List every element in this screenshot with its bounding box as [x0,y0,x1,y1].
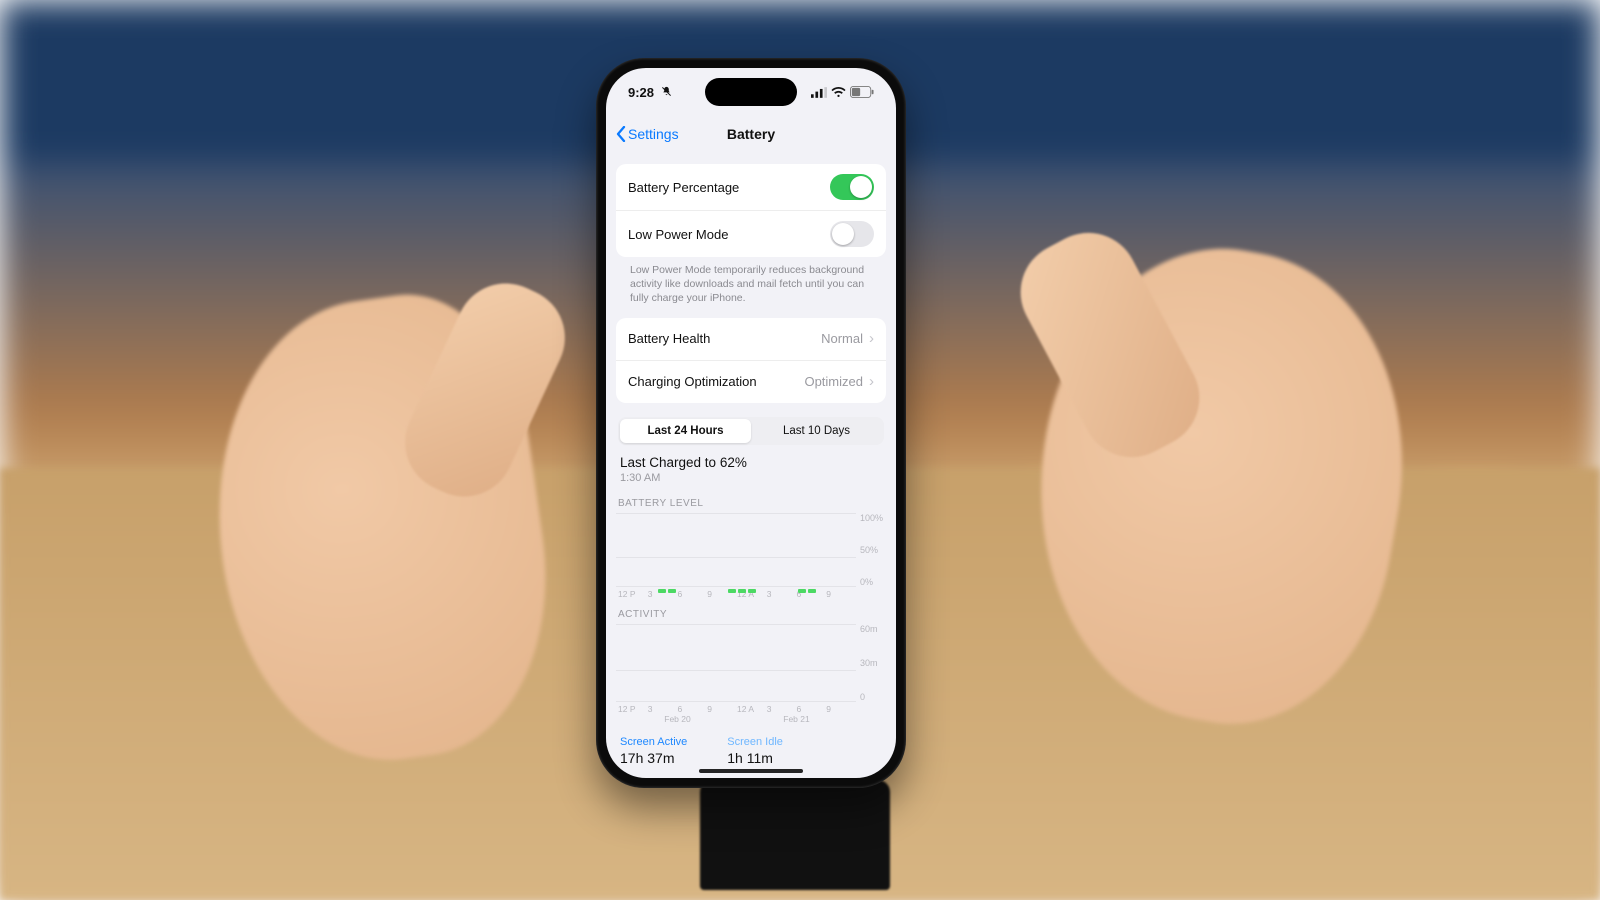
dynamic-island [705,78,797,106]
row-battery-percentage[interactable]: Battery Percentage [616,164,886,210]
back-label: Settings [628,126,679,142]
iphone-screen: 9:28 [606,68,896,778]
status-right [811,86,874,98]
silent-mode-icon [661,86,672,97]
screen-active-value: 17h 37m [620,750,687,766]
activity-chart[interactable]: 60m 30m 0 [616,624,886,716]
toggle-knob [832,223,854,245]
toggle-knob [850,176,872,198]
low-power-mode-toggle[interactable] [830,221,874,247]
status-time: 9:28 [628,85,654,100]
battery-percentage-toggle[interactable] [830,174,874,200]
battery-level-section: BATTERY LEVEL 100% 50% 0% 12 P36912 A369 [616,498,886,599]
last-charge-headline: Last Charged to 62% [620,455,882,470]
screen-active-label: Screen Active [620,736,687,748]
row-battery-health[interactable]: Battery Health Normal › [616,318,886,360]
last-charge-time: 1:30 AM [620,472,882,484]
battery-health-label: Battery Health [628,331,710,346]
charging-opt-label: Charging Optimization [628,374,757,389]
last-charge-info: Last Charged to 62% 1:30 AM [616,445,886,488]
charging-opt-value-text: Optimized [804,374,863,389]
low-power-mode-label: Low Power Mode [628,227,728,242]
back-button[interactable]: Settings [616,126,679,142]
battery-percentage-label: Battery Percentage [628,180,739,195]
stat-screen-idle: Screen Idle 1h 11m [727,736,783,766]
battery-level-title: BATTERY LEVEL [616,498,886,513]
seg-last-24h[interactable]: Last 24 Hours [620,419,751,443]
seg-last-10d[interactable]: Last 10 Days [751,419,882,443]
activity-section: ACTIVITY 60m 30m 0 12 P36912 A369 [616,609,886,724]
row-charging-optimization[interactable]: Charging Optimization Optimized › [616,360,886,403]
phone-dock [700,780,890,890]
battery-health-value-text: Normal [821,331,863,346]
chevron-right-icon: › [869,374,874,389]
content-scroll[interactable]: Battery Percentage Low Power Mode Low Po… [606,164,896,776]
group-power: Battery Percentage Low Power Mode [616,164,886,257]
chevron-left-icon [616,126,626,142]
iphone-frame: 9:28 [596,58,906,788]
activity-bars [616,624,886,716]
activity-title: ACTIVITY [616,609,886,624]
home-indicator[interactable] [699,769,803,773]
usage-stats: Screen Active 17h 37m Screen Idle 1h 11m [616,724,886,766]
nav-bar: Settings Battery [606,116,896,152]
screen-idle-label: Screen Idle [727,736,783,748]
group-health: Battery Health Normal › Charging Optimiz… [616,318,886,403]
chevron-right-icon: › [869,331,874,346]
battery-health-value: Normal › [821,331,874,346]
stat-screen-active: Screen Active 17h 37m [620,736,687,766]
battery-level-bars [616,513,886,601]
row-low-power-mode[interactable]: Low Power Mode [616,210,886,257]
low-power-mode-note: Low Power Mode temporarily reduces backg… [616,257,886,306]
scene: 9:28 [0,0,1600,900]
screen-idle-value: 1h 11m [727,750,783,766]
cellular-icon [811,87,827,98]
battery-level-chart[interactable]: 100% 50% 0% [616,513,886,601]
status-time-group: 9:28 [628,85,672,100]
charging-opt-value: Optimized › [804,374,874,389]
wifi-icon [831,87,846,98]
time-range-segmented: Last 24 Hours Last 10 Days [618,417,884,445]
battery-icon [850,86,874,98]
page-title: Battery [727,126,775,142]
